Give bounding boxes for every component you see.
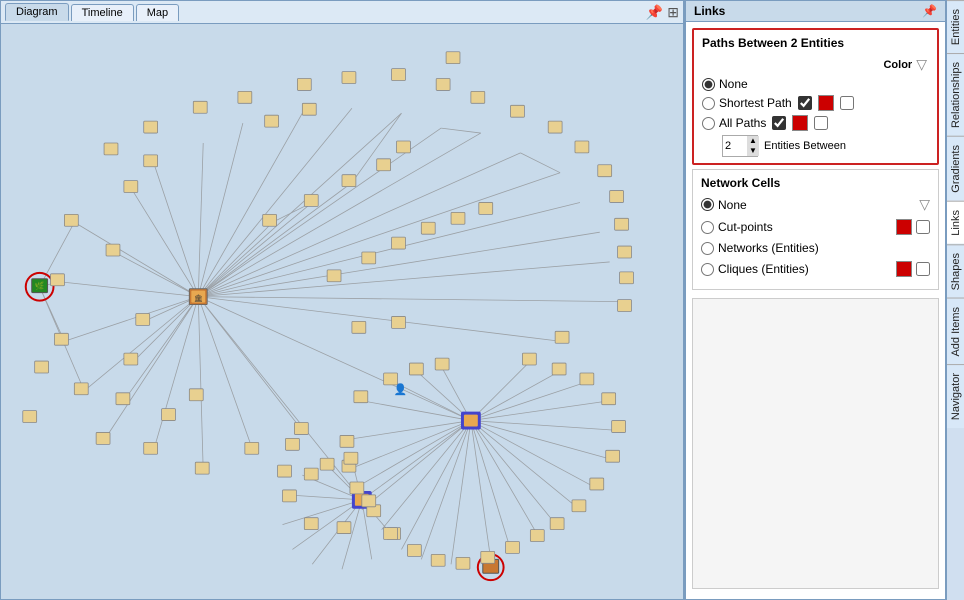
links-title: Links <box>694 4 725 18</box>
tab-diagram[interactable]: Diagram <box>5 3 69 21</box>
allpaths-color-box[interactable] <box>792 115 808 131</box>
pin-button[interactable]: 📌 <box>646 4 663 21</box>
net-filter-icon: ▽ <box>919 196 930 213</box>
sidebar-item-shapes[interactable]: Shapes <box>947 244 964 298</box>
cliques-row: Cliques (Entities) <box>701 261 930 277</box>
shortest-text: Shortest Path <box>719 96 792 110</box>
allpaths-option-row: All Paths <box>702 115 929 131</box>
net-none-row: None ▽ <box>701 196 930 213</box>
entities-label: Entities Between <box>764 140 846 152</box>
cut-points-row: Cut-points <box>701 219 930 235</box>
sidebar-item-links[interactable]: Links <box>947 201 964 244</box>
cut-points-label[interactable]: Cut-points <box>701 220 773 234</box>
net-none-radio[interactable] <box>701 198 714 211</box>
spin-up[interactable]: ▲ <box>747 136 759 146</box>
cliques-color[interactable] <box>896 261 912 277</box>
allpaths-radio[interactable] <box>702 117 715 130</box>
sidebar-item-additems[interactable]: Add Items <box>947 298 964 365</box>
networks-text: Networks (Entities) <box>718 241 819 255</box>
allpaths-checkbox[interactable] <box>772 116 786 130</box>
shortest-checkbox[interactable] <box>798 96 812 110</box>
net-none-label[interactable]: None <box>701 198 747 212</box>
links-header: Links 📌 <box>686 1 945 22</box>
net-none-text: None <box>718 198 747 212</box>
shortest-label[interactable]: Shortest Path <box>702 96 792 110</box>
network-graph: 🏛 🌿 <box>1 24 683 599</box>
pin-icon: 📌 <box>922 4 937 18</box>
shortest-color-box[interactable] <box>818 95 834 111</box>
cut-points-color[interactable] <box>896 219 912 235</box>
tab-timeline[interactable]: Timeline <box>71 4 134 21</box>
cut-points-radio[interactable] <box>701 221 714 234</box>
entities-spinner[interactable]: 2 ▲ ▼ <box>722 135 758 157</box>
scroll-area[interactable] <box>692 298 939 589</box>
shortest-radio[interactable] <box>702 97 715 110</box>
sidebar-item-entities[interactable]: Entities <box>947 0 964 53</box>
sidebar-item-gradients[interactable]: Gradients <box>947 136 964 201</box>
networks-row: Networks (Entities) <box>701 241 930 255</box>
expand-button[interactable]: ⊞ <box>667 4 679 21</box>
spin-down[interactable]: ▼ <box>747 146 759 156</box>
sidebar-item-navigator[interactable]: Navigator <box>947 364 964 428</box>
tab-pin-area: 📌 ⊞ <box>646 4 679 21</box>
none-text: None <box>719 77 748 91</box>
cliques-text: Cliques (Entities) <box>718 262 809 276</box>
networks-label[interactable]: Networks (Entities) <box>701 241 819 255</box>
network-title: Network Cells <box>701 176 930 190</box>
allpaths-label[interactable]: All Paths <box>702 116 766 130</box>
cut-points-text: Cut-points <box>718 220 773 234</box>
network-section: Network Cells None ▽ Cut-points <box>692 169 939 290</box>
none-label[interactable]: None <box>702 77 748 91</box>
shortest-option-row: Shortest Path <box>702 95 929 111</box>
filter-icon: ▽ <box>916 56 927 73</box>
svg-text:👤: 👤 <box>394 383 408 396</box>
side-tabs: Entities Relationships Gradients Links S… <box>946 0 964 600</box>
cliques-checkbox[interactable] <box>916 262 930 276</box>
sidebar-item-relationships[interactable]: Relationships <box>947 53 964 136</box>
cliques-label[interactable]: Cliques (Entities) <box>701 262 809 276</box>
networks-radio[interactable] <box>701 242 714 255</box>
svg-text:🌿: 🌿 <box>35 281 45 291</box>
entities-between-row: 2 ▲ ▼ Entities Between <box>702 135 929 157</box>
cut-points-checkbox[interactable] <box>916 220 930 234</box>
none-radio[interactable] <box>702 78 715 91</box>
svg-text:🏛: 🏛 <box>194 295 203 303</box>
allpaths-checkbox2[interactable] <box>814 116 828 130</box>
color-col-label: Color <box>883 59 912 71</box>
shortest-checkbox2[interactable] <box>840 96 854 110</box>
tabs-bar: Diagram Timeline Map 📌 ⊞ <box>1 1 683 24</box>
cliques-radio[interactable] <box>701 263 714 276</box>
entities-value[interactable]: 2 <box>723 139 747 153</box>
tab-map[interactable]: Map <box>136 4 179 21</box>
diagram-area: 🏛 🌿 <box>1 24 683 599</box>
none-option-row: None <box>702 77 929 91</box>
spin-buttons: ▲ ▼ <box>747 136 759 156</box>
allpaths-text: All Paths <box>719 116 766 130</box>
paths-section: Paths Between 2 Entities Color ▽ None <box>692 28 939 165</box>
paths-title: Paths Between 2 Entities <box>702 36 929 50</box>
